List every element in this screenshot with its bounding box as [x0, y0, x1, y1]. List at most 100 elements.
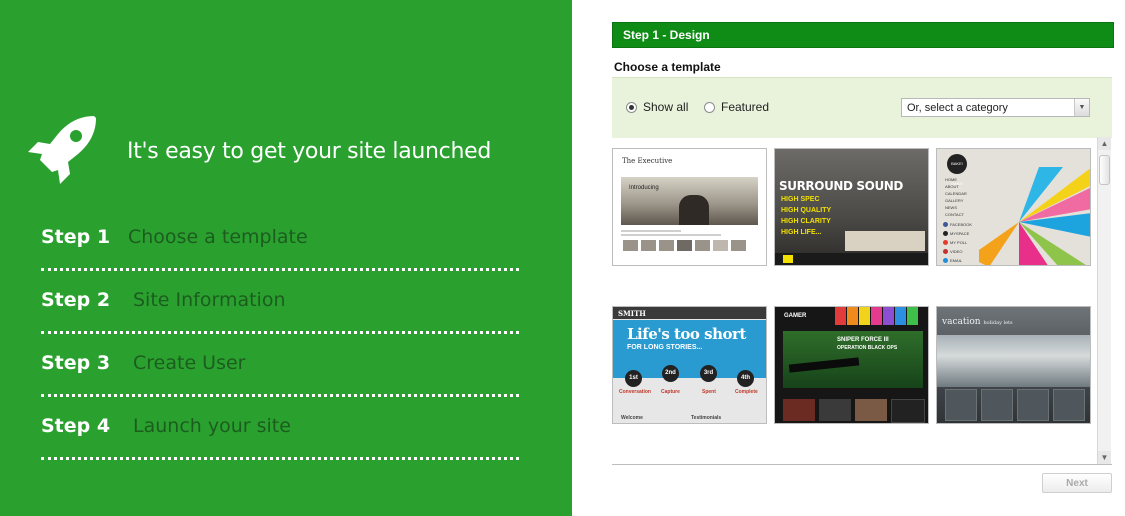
thumb-photo [623, 240, 638, 251]
step-item-1: Step 1 Choose a template [41, 226, 519, 289]
radio-selected-indicator[interactable] [626, 101, 637, 113]
category-select[interactable]: Or, select a category ▼ [901, 98, 1090, 117]
thumb-social-label: EMAIL [950, 258, 963, 263]
step-number: Step 1 [41, 226, 111, 248]
show-all-radio[interactable]: Show all [626, 100, 688, 114]
template-thumb-surround-sound[interactable]: SURROUND SOUND HIGH SPEC HIGH QUALITY HI… [774, 148, 929, 266]
template-thumb-gamer[interactable]: GAMER SNIPER FORCE III OPERATION BLACK O… [774, 306, 929, 424]
thumb-menu-item: CONTACT [945, 212, 965, 217]
gallery-scrollbar[interactable]: ▲ ▼ [1097, 137, 1111, 464]
step-item-3: Step 3 Create User [41, 352, 519, 415]
thumb-footer-label: Welcome [621, 415, 643, 421]
thumb-tile [819, 399, 851, 421]
thumb-color-strip [871, 307, 882, 325]
thumb-feature: HIGH SPEC [781, 196, 820, 203]
thumb-step-label: Conversation [619, 389, 651, 395]
template-thumb-vacation[interactable]: vacation holiday lets [936, 306, 1091, 424]
thumb-hero-text: Life's too short [627, 325, 746, 343]
video-icon [943, 249, 948, 254]
scrollbar-thumb[interactable] [1099, 155, 1110, 185]
thumb-step-badge: 4th [737, 370, 754, 387]
wizard-panel: Step 1 - Design Choose a template Show a… [572, 0, 1125, 516]
thumb-color-strip [847, 307, 858, 325]
thumb-photo [677, 240, 692, 251]
thumb-footer-label: Testimonials [691, 415, 722, 421]
thumb-color-rays [979, 167, 1090, 265]
radio-indicator[interactable] [704, 101, 715, 113]
thumb-title: SURROUND SOUND [779, 179, 903, 193]
step-divider [41, 457, 519, 460]
thumb-feature: HIGH QUALITY [781, 207, 832, 214]
scroll-down-icon[interactable]: ▼ [1098, 451, 1111, 464]
myspace-icon [943, 231, 948, 236]
choose-template-heading: Choose a template [614, 60, 721, 74]
thumb-menu-item: GALLERY [945, 198, 964, 203]
thumb-tile [891, 399, 925, 423]
thumb-feature-title: SNIPER FORCE III [837, 337, 889, 343]
thumb-photo [695, 240, 710, 251]
thumb-logo: BAKE! OAKE! [947, 154, 967, 186]
thumb-color-strip [907, 307, 918, 325]
thumb-footer [775, 253, 928, 265]
scroll-up-icon[interactable]: ▲ [1098, 137, 1111, 150]
thumb-tile [945, 389, 977, 421]
step-divider [41, 268, 519, 271]
thumb-hero-figure [679, 195, 709, 225]
step-item-4: Step 4 Launch your site [41, 415, 519, 478]
thumb-header: The Executive [613, 149, 766, 175]
thumb-title: vacation holiday lets [942, 317, 1013, 327]
template-thumb-bake-oake[interactable]: BAKE! OAKE! HOME ABOUT CALENDAR GALLERY … [936, 148, 1091, 266]
thumb-social-label: FACEBOOK [950, 222, 973, 227]
step-number: Step 4 [41, 415, 111, 437]
step-label: Site Information [133, 289, 286, 311]
step-item-2: Step 2 Site Information [41, 289, 519, 352]
thumb-color-strip [883, 307, 894, 325]
thumb-tile [1017, 389, 1049, 421]
thumb-step-badge: 1st [625, 370, 642, 387]
thumb-hero-text: Introducing [629, 185, 659, 191]
thumb-step-label: Spent [702, 389, 716, 395]
thumb-color-strip [895, 307, 906, 325]
thumb-photo [659, 240, 674, 251]
step-number: Step 3 [41, 352, 111, 374]
thumb-title: The Executive [622, 157, 673, 165]
thumb-text-line [621, 230, 681, 232]
section-header-bar: Step 1 - Design [612, 22, 1114, 48]
thumb-social-label: MY POLL [950, 240, 968, 245]
next-button[interactable]: Next [1042, 473, 1112, 493]
thumb-hero-subtext: FOR LONG STORIES... [627, 344, 703, 351]
thumb-hero-image [937, 335, 1090, 387]
show-all-label: Show all [643, 100, 689, 114]
thumb-feature-graphic [788, 357, 860, 373]
thumb-menu-item: HOME [945, 177, 957, 182]
thumb-header: SMITH [613, 307, 766, 319]
step-label: Launch your site [133, 415, 291, 437]
step-label: Create User [133, 352, 246, 374]
thumb-tile [1053, 389, 1085, 421]
thumb-tagline: holiday lets [983, 320, 1013, 326]
thumb-feature-image: SNIPER FORCE III OPERATION BLACK OPS [783, 331, 923, 388]
step-divider [41, 394, 519, 397]
email-icon [943, 258, 948, 263]
thumb-color-strip [859, 307, 870, 325]
thumb-tile [981, 389, 1013, 421]
facebook-icon [943, 222, 948, 227]
filter-bar: Show all Featured Or, select a category … [612, 77, 1112, 138]
thumb-menu-item: CALENDAR [945, 191, 967, 196]
template-thumb-smith[interactable]: SMITH Life's too short FOR LONG STORIES.… [612, 306, 767, 424]
thumb-menu-item: NEWS [945, 205, 957, 210]
thumb-title: GAMER [784, 313, 807, 319]
thumb-image [845, 231, 925, 251]
thumb-menu-item: ABOUT [945, 184, 959, 189]
featured-radio[interactable]: Featured [704, 100, 769, 114]
thumb-photo [713, 240, 728, 251]
thumb-step-label: Capture [661, 389, 680, 395]
section-title: Step 1 - Design [623, 28, 710, 42]
thumb-tile [783, 399, 815, 421]
template-thumb-executive[interactable]: The Executive Introducing [612, 148, 767, 266]
thumb-hero-image: Introducing [621, 177, 758, 225]
thumb-feature: HIGH LIFE... [781, 229, 822, 236]
steps-panel: It's easy to get your site launched Step… [0, 0, 572, 516]
chevron-down-icon[interactable]: ▼ [1074, 99, 1089, 116]
thumb-photo [641, 240, 656, 251]
